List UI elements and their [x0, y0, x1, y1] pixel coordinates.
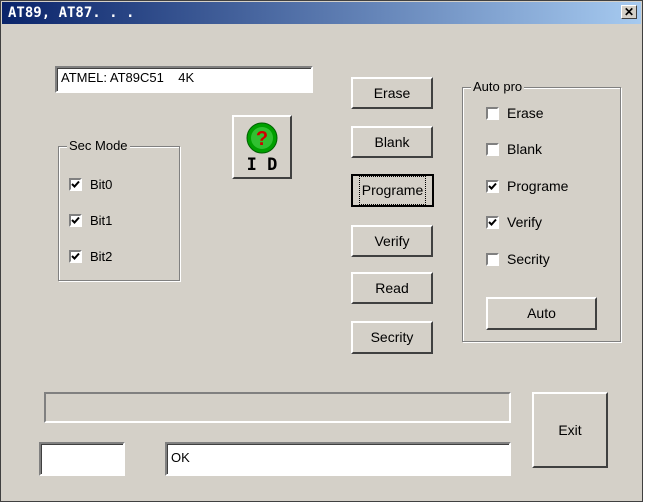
auto-checkbox-programe[interactable]: Programe — [486, 178, 568, 194]
auto-checkbox-blank-box[interactable] — [486, 142, 499, 156]
auto-checkbox-secrity-box[interactable] — [486, 252, 499, 266]
secrity-button-label: Secrity — [370, 329, 414, 345]
auto-checkbox-erase-box[interactable] — [486, 106, 499, 120]
auto-checkbox-programe-label: Programe — [507, 178, 569, 194]
close-button[interactable]: ✕ — [621, 5, 637, 19]
read-button[interactable]: Read — [351, 272, 433, 304]
sec-mode-legend: Sec Mode — [67, 138, 130, 153]
checkmark-icon — [71, 216, 80, 224]
read-button-label: Read — [375, 280, 409, 296]
auto-checkbox-verify-box[interactable] — [486, 215, 499, 229]
device-field[interactable]: ATMEL: AT89C51 4K — [55, 66, 313, 93]
checkbox-bit0-box[interactable] — [69, 178, 82, 191]
verify-button-label: Verify — [374, 233, 410, 249]
status-message-field[interactable]: OK — [165, 442, 511, 476]
checkmark-icon — [488, 182, 497, 190]
blank-button-label: Blank — [374, 134, 410, 150]
programe-button-label: Programe — [358, 176, 427, 205]
erase-button-label: Erase — [373, 85, 411, 101]
exit-button[interactable]: Exit — [532, 392, 608, 468]
auto-button-label: Auto — [527, 305, 556, 321]
checkbox-bit1-label: Bit1 — [90, 213, 113, 228]
checkmark-icon — [71, 180, 80, 188]
id-button-label: I D — [246, 155, 278, 175]
checkbox-bit0-label: Bit0 — [90, 177, 113, 192]
auto-pro-legend: Auto pro — [471, 79, 525, 94]
id-button[interactable]: ? I D — [232, 115, 292, 179]
blank-button[interactable]: Blank — [351, 126, 433, 158]
svg-text:?: ? — [256, 128, 268, 150]
checkbox-bit2-label: Bit2 — [90, 249, 113, 264]
checkbox-bit2-box[interactable] — [69, 250, 82, 263]
auto-checkbox-verify[interactable]: Verify — [486, 214, 542, 230]
checkbox-bit2[interactable]: Bit2 — [69, 249, 112, 264]
verify-button[interactable]: Verify — [351, 225, 433, 257]
close-icon: ✕ — [623, 5, 635, 19]
checkmark-icon — [71, 252, 80, 260]
dialog-window: AT89, AT87. . . ✕ ATMEL: AT89C51 4K Sec … — [0, 0, 643, 502]
title-bar[interactable]: AT89, AT87. . . ✕ — [2, 2, 641, 24]
question-mark-icon: ? — [246, 122, 278, 154]
exit-button-label: Exit — [558, 422, 582, 438]
status-small-field[interactable] — [39, 442, 125, 476]
progress-bar — [44, 392, 511, 423]
auto-checkbox-erase-label: Erase — [507, 105, 544, 121]
auto-checkbox-secrity[interactable]: Secrity — [486, 251, 550, 267]
window-title: AT89, AT87. . . — [8, 5, 135, 21]
checkbox-bit1[interactable]: Bit1 — [69, 213, 112, 228]
auto-button[interactable]: Auto — [486, 297, 597, 330]
auto-checkbox-secrity-label: Secrity — [507, 251, 550, 267]
erase-button[interactable]: Erase — [351, 77, 433, 109]
auto-checkbox-programe-box[interactable] — [486, 179, 499, 193]
checkbox-bit1-box[interactable] — [69, 214, 82, 227]
auto-checkbox-erase[interactable]: Erase — [486, 105, 544, 121]
secrity-button[interactable]: Secrity — [351, 321, 433, 354]
auto-checkbox-blank[interactable]: Blank — [486, 141, 542, 157]
checkbox-bit0[interactable]: Bit0 — [69, 177, 112, 192]
checkmark-icon — [488, 218, 497, 226]
auto-checkbox-blank-label: Blank — [507, 141, 543, 157]
programe-button[interactable]: Programe — [351, 174, 434, 207]
auto-checkbox-verify-label: Verify — [507, 214, 543, 230]
